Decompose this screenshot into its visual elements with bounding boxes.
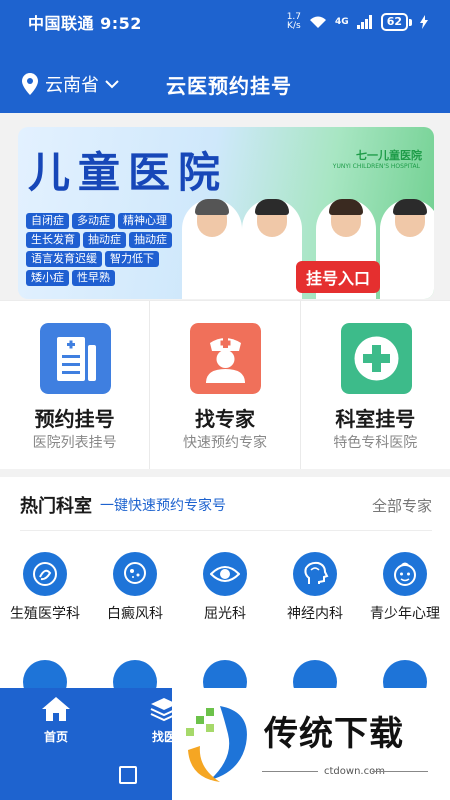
quick-entry-subtitle: 快速预约专家 [182, 435, 267, 451]
nav-label: 首页 [43, 730, 68, 744]
department-item[interactable]: 青少年心理 [360, 552, 450, 642]
location-pin-icon [22, 73, 38, 95]
watermark-logo: 传统下载 ctdown.com [172, 688, 450, 800]
doctor-icon [190, 323, 262, 394]
wifi-icon [310, 16, 327, 28]
system-recents-button[interactable] [119, 766, 137, 784]
location-selector[interactable]: 云南省 [22, 71, 126, 97]
register-entry-button[interactable]: 挂号入口 [296, 261, 381, 293]
section-title: 热门科室 [20, 496, 92, 517]
department-row: 生殖医学科 白癜风科 屈光科 神经内科 青少年心理 [0, 552, 450, 642]
quick-entry-title: 预约挂号 [34, 407, 115, 431]
battery-icon: 62 [380, 13, 412, 31]
watermark-title: 传统下载 [264, 714, 404, 754]
quick-entry-title: 找专家 [194, 407, 255, 431]
plus-cross-icon [340, 323, 412, 394]
carrier-time: 中国联通 9:52 [28, 14, 142, 33]
hospital-logo: 七一儿童医院 [356, 149, 422, 162]
signal-icon [356, 15, 372, 29]
hospital-list-icon [40, 323, 111, 394]
department-label: 屈光科 [204, 606, 246, 622]
signal-label: 4G [335, 17, 349, 27]
condition-tag: 生长发育 [26, 232, 80, 248]
section-subtitle: 一键快速预约专家号 [100, 498, 226, 514]
quick-entry-title: 科室挂号 [335, 407, 416, 431]
watermark-mark-icon [186, 706, 247, 782]
doctor-figure [182, 199, 242, 299]
condition-tag: 精神心理 [118, 213, 172, 229]
quick-entries: 预约挂号 医院列表挂号 找专家 快速预约专家 科室挂号 特色专科医院 [0, 300, 450, 469]
home-icon [42, 697, 70, 721]
divider-line [20, 530, 432, 531]
hospital-logo-sub: YUNYI CHILDREN'S HOSPITAL [332, 163, 420, 170]
all-experts-link[interactable]: 全部专家 [372, 495, 432, 516]
charging-icon [420, 15, 428, 29]
quick-entry-subtitle: 医院列表挂号 [32, 435, 117, 451]
hot-departments-header: 热门科室 一键快速预约专家号 全部专家 [20, 490, 432, 520]
condition-tag: 自闭症 [26, 213, 69, 229]
quick-entry-department[interactable]: 科室挂号 特色专科医院 [301, 301, 450, 469]
skin-patch-icon [113, 552, 157, 596]
department-item[interactable]: 生殖医学科 [0, 552, 90, 642]
page-title: 云医预约挂号 [166, 73, 292, 98]
app-top-bar: 中国联通 9:52 1.7 K/s 4G 62 云南省 云医预约挂号 [0, 0, 450, 113]
condition-tag: 语言发育迟缓 [26, 251, 102, 267]
doctor-figure [242, 199, 302, 299]
status-bar: 中国联通 9:52 1.7 K/s 4G 62 [0, 0, 450, 44]
nav-home[interactable]: 首页 [28, 696, 84, 745]
header: 云南省 云医预约挂号 [0, 60, 450, 108]
quick-entry-find-expert[interactable]: 找专家 快速预约专家 [150, 301, 301, 469]
doctor-figure [380, 199, 434, 299]
department-item[interactable]: 屈光科 [180, 552, 270, 642]
chevron-down-icon [105, 79, 119, 88]
condition-tag: 智力低下 [105, 251, 159, 267]
department-label: 青少年心理 [370, 606, 440, 622]
status-icons: 1.7 K/s 4G 62 [287, 13, 428, 31]
department-item[interactable]: 神经内科 [270, 552, 360, 642]
net-speed: 1.7 K/s [286, 12, 302, 31]
banner-area: 儿童医院 七一儿童医院 YUNYI CHILDREN'S HOSPITAL 自闭… [0, 113, 450, 300]
condition-tag: 多动症 [72, 213, 115, 229]
quick-entry-appointment[interactable]: 预约挂号 医院列表挂号 [0, 301, 151, 469]
child-face-icon [383, 552, 427, 596]
bottom-navigation: 首页 找医 [0, 688, 178, 800]
section-divider [0, 469, 450, 477]
condition-tag: 抽动症 [129, 232, 172, 248]
department-item[interactable]: 白癜风科 [90, 552, 180, 642]
condition-tag: 性早熟 [72, 270, 115, 286]
promo-banner[interactable]: 儿童医院 七一儿童医院 YUNYI CHILDREN'S HOSPITAL 自闭… [18, 127, 434, 299]
department-label: 神经内科 [287, 606, 343, 622]
fetus-icon [23, 552, 67, 596]
condition-tags: 自闭症 多动症 精神心理 生长发育 抽动症 抽动症 语言发育迟缓 智力低下 矮小… [26, 213, 194, 286]
brain-head-icon [293, 552, 337, 596]
condition-tag: 矮小症 [26, 270, 69, 286]
department-label: 白癜风科 [107, 606, 163, 622]
eye-icon [203, 552, 247, 596]
condition-tag: 抽动症 [83, 232, 126, 248]
department-label: 生殖医学科 [10, 606, 80, 622]
location-label: 云南省 [45, 75, 99, 96]
battery-level: 62 [380, 13, 408, 31]
quick-entry-subtitle: 特色专科医院 [333, 435, 418, 451]
